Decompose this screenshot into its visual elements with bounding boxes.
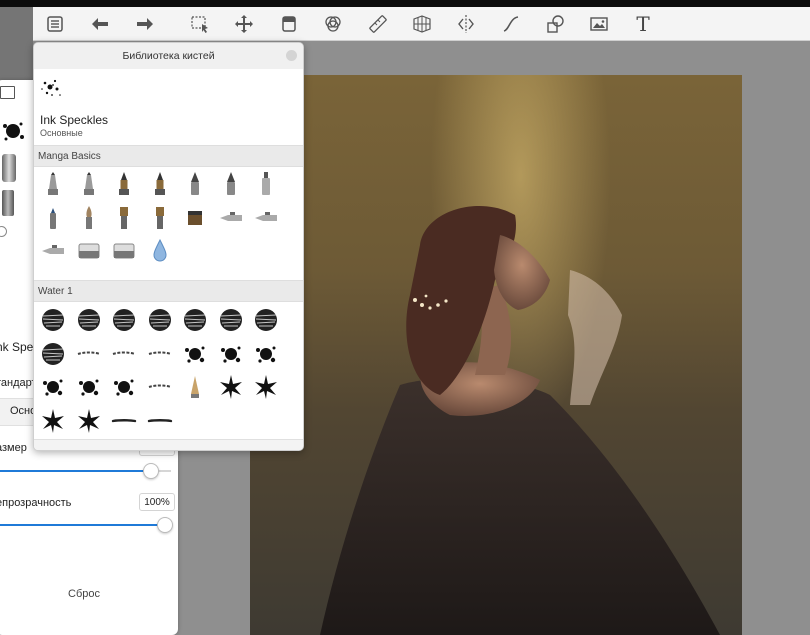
opacity-slider-knob[interactable] bbox=[157, 517, 173, 533]
starburst-brush-icon[interactable] bbox=[216, 372, 246, 402]
splatter-brush-icon[interactable] bbox=[180, 339, 210, 369]
selection-icon[interactable] bbox=[187, 11, 213, 37]
section-title: Water 1 bbox=[38, 286, 73, 297]
library-title: Библиотека кистей bbox=[122, 50, 215, 62]
brush-library-popover: Библиотека кистей Ink Speckles Основные … bbox=[33, 42, 304, 451]
reset-button[interactable]: Сброс bbox=[68, 588, 100, 600]
list-icon[interactable] bbox=[42, 11, 68, 37]
fountain-pen-brush-icon[interactable] bbox=[216, 169, 246, 199]
splatter-brush-icon[interactable] bbox=[251, 339, 281, 369]
ink-speckles-icon bbox=[38, 75, 64, 101]
dash-stroke-brush-icon[interactable] bbox=[74, 339, 104, 369]
round-brush-brush-icon[interactable] bbox=[74, 203, 104, 233]
water-brush-grid bbox=[34, 305, 303, 439]
size-label: азмер bbox=[0, 442, 27, 454]
chisel-marker-brush-icon[interactable] bbox=[180, 203, 210, 233]
section-header-manga[interactable]: Manga Basics bbox=[34, 145, 303, 167]
library-header: Библиотека кистей bbox=[34, 43, 303, 70]
close-icon[interactable] bbox=[286, 50, 297, 61]
splatter-brush-icon[interactable] bbox=[109, 372, 139, 402]
texture-disc-brush-icon[interactable] bbox=[38, 305, 68, 335]
current-brush-set: Основные bbox=[40, 128, 83, 138]
eraser-block-brush-icon[interactable] bbox=[109, 236, 139, 266]
pencil-brush-icon[interactable] bbox=[38, 169, 68, 199]
splatter-brush-icon[interactable] bbox=[38, 372, 68, 402]
texture-disc-brush-icon[interactable] bbox=[216, 305, 246, 335]
image-import-icon[interactable] bbox=[586, 11, 612, 37]
preset-dropdown[interactable]: тандарт bbox=[0, 377, 37, 389]
starburst-brush-icon[interactable] bbox=[38, 406, 68, 436]
opacity-label: епрозрачность bbox=[0, 497, 72, 509]
curve-icon[interactable] bbox=[498, 11, 524, 37]
pen-brush-thumb-icon[interactable] bbox=[2, 190, 14, 216]
flat-brush-brush-icon[interactable] bbox=[109, 203, 139, 233]
line-stroke-brush-icon[interactable] bbox=[145, 406, 175, 436]
current-brush-name: Ink Speckles bbox=[40, 113, 109, 127]
brush-name-text: nk Spe bbox=[0, 340, 34, 354]
nib-pen-brush-icon[interactable] bbox=[109, 169, 139, 199]
texture-disc-brush-icon[interactable] bbox=[180, 305, 210, 335]
manga-brush-grid bbox=[34, 169, 303, 281]
splatter-brush-icon[interactable] bbox=[216, 339, 246, 369]
marker-brush-icon[interactable] bbox=[251, 169, 281, 199]
airbrush-brush-icon[interactable] bbox=[216, 203, 246, 233]
fountain-pen-brush-icon[interactable] bbox=[180, 169, 210, 199]
starburst-brush-icon[interactable] bbox=[251, 372, 281, 402]
line-stroke-brush-icon[interactable] bbox=[109, 406, 139, 436]
texture-disc-brush-icon[interactable] bbox=[38, 339, 68, 369]
library-bottom-edge bbox=[34, 439, 303, 450]
artwork-illustration bbox=[320, 206, 720, 635]
texture-disc-brush-icon[interactable] bbox=[74, 305, 104, 335]
eraser-block-brush-icon[interactable] bbox=[74, 236, 104, 266]
airbrush-brush-icon[interactable] bbox=[38, 236, 68, 266]
flat-brush-brush-icon[interactable] bbox=[145, 203, 175, 233]
system-top-bar bbox=[0, 0, 810, 7]
section-title: Manga Basics bbox=[38, 151, 101, 162]
water-drop-brush-icon[interactable] bbox=[145, 236, 175, 266]
redo-icon[interactable] bbox=[132, 11, 158, 37]
symmetry-icon[interactable] bbox=[320, 11, 346, 37]
dash-stroke-brush-icon[interactable] bbox=[145, 339, 175, 369]
texture-disc-brush-icon[interactable] bbox=[109, 305, 139, 335]
perspective-grid-icon[interactable] bbox=[409, 11, 435, 37]
section-header-water[interactable]: Water 1 bbox=[34, 280, 303, 302]
cone-tip-brush-icon[interactable] bbox=[180, 372, 210, 402]
artwork-image[interactable] bbox=[250, 75, 742, 635]
opacity-value-field[interactable]: 100% bbox=[139, 493, 175, 511]
mirror-icon[interactable] bbox=[453, 11, 479, 37]
panel-layout-icon[interactable] bbox=[0, 86, 15, 99]
undo-icon[interactable] bbox=[87, 11, 113, 37]
size-slider-fill bbox=[0, 470, 143, 472]
layer-icon[interactable] bbox=[276, 11, 302, 37]
dash-stroke-brush-icon[interactable] bbox=[145, 372, 175, 402]
airbrush-brush-icon[interactable] bbox=[251, 203, 281, 233]
opacity-slider-fill bbox=[0, 524, 164, 526]
nib-pen-brush-icon[interactable] bbox=[145, 169, 175, 199]
felt-pen-brush-icon[interactable] bbox=[38, 203, 68, 233]
texture-disc-brush-icon[interactable] bbox=[145, 305, 175, 335]
size-slider-knob[interactable] bbox=[143, 463, 159, 479]
texture-disc-brush-icon[interactable] bbox=[251, 305, 281, 335]
copy-shapes-icon[interactable] bbox=[542, 11, 568, 37]
splatter-brush-icon[interactable] bbox=[74, 372, 104, 402]
ruler-icon[interactable] bbox=[365, 11, 391, 37]
splatter-brush-thumb-icon[interactable] bbox=[0, 118, 26, 144]
marker-brush-thumb-icon[interactable] bbox=[2, 154, 16, 182]
text-icon[interactable]: T bbox=[630, 11, 656, 37]
transform-move-icon[interactable] bbox=[231, 11, 257, 37]
dash-stroke-brush-icon[interactable] bbox=[109, 339, 139, 369]
main-toolbar: T bbox=[33, 7, 810, 41]
starburst-brush-icon[interactable] bbox=[74, 406, 104, 436]
radio-icon[interactable] bbox=[0, 226, 7, 237]
current-brush-preview[interactable]: Ink Speckles Основные bbox=[34, 69, 303, 145]
pencil-brush-icon[interactable] bbox=[74, 169, 104, 199]
